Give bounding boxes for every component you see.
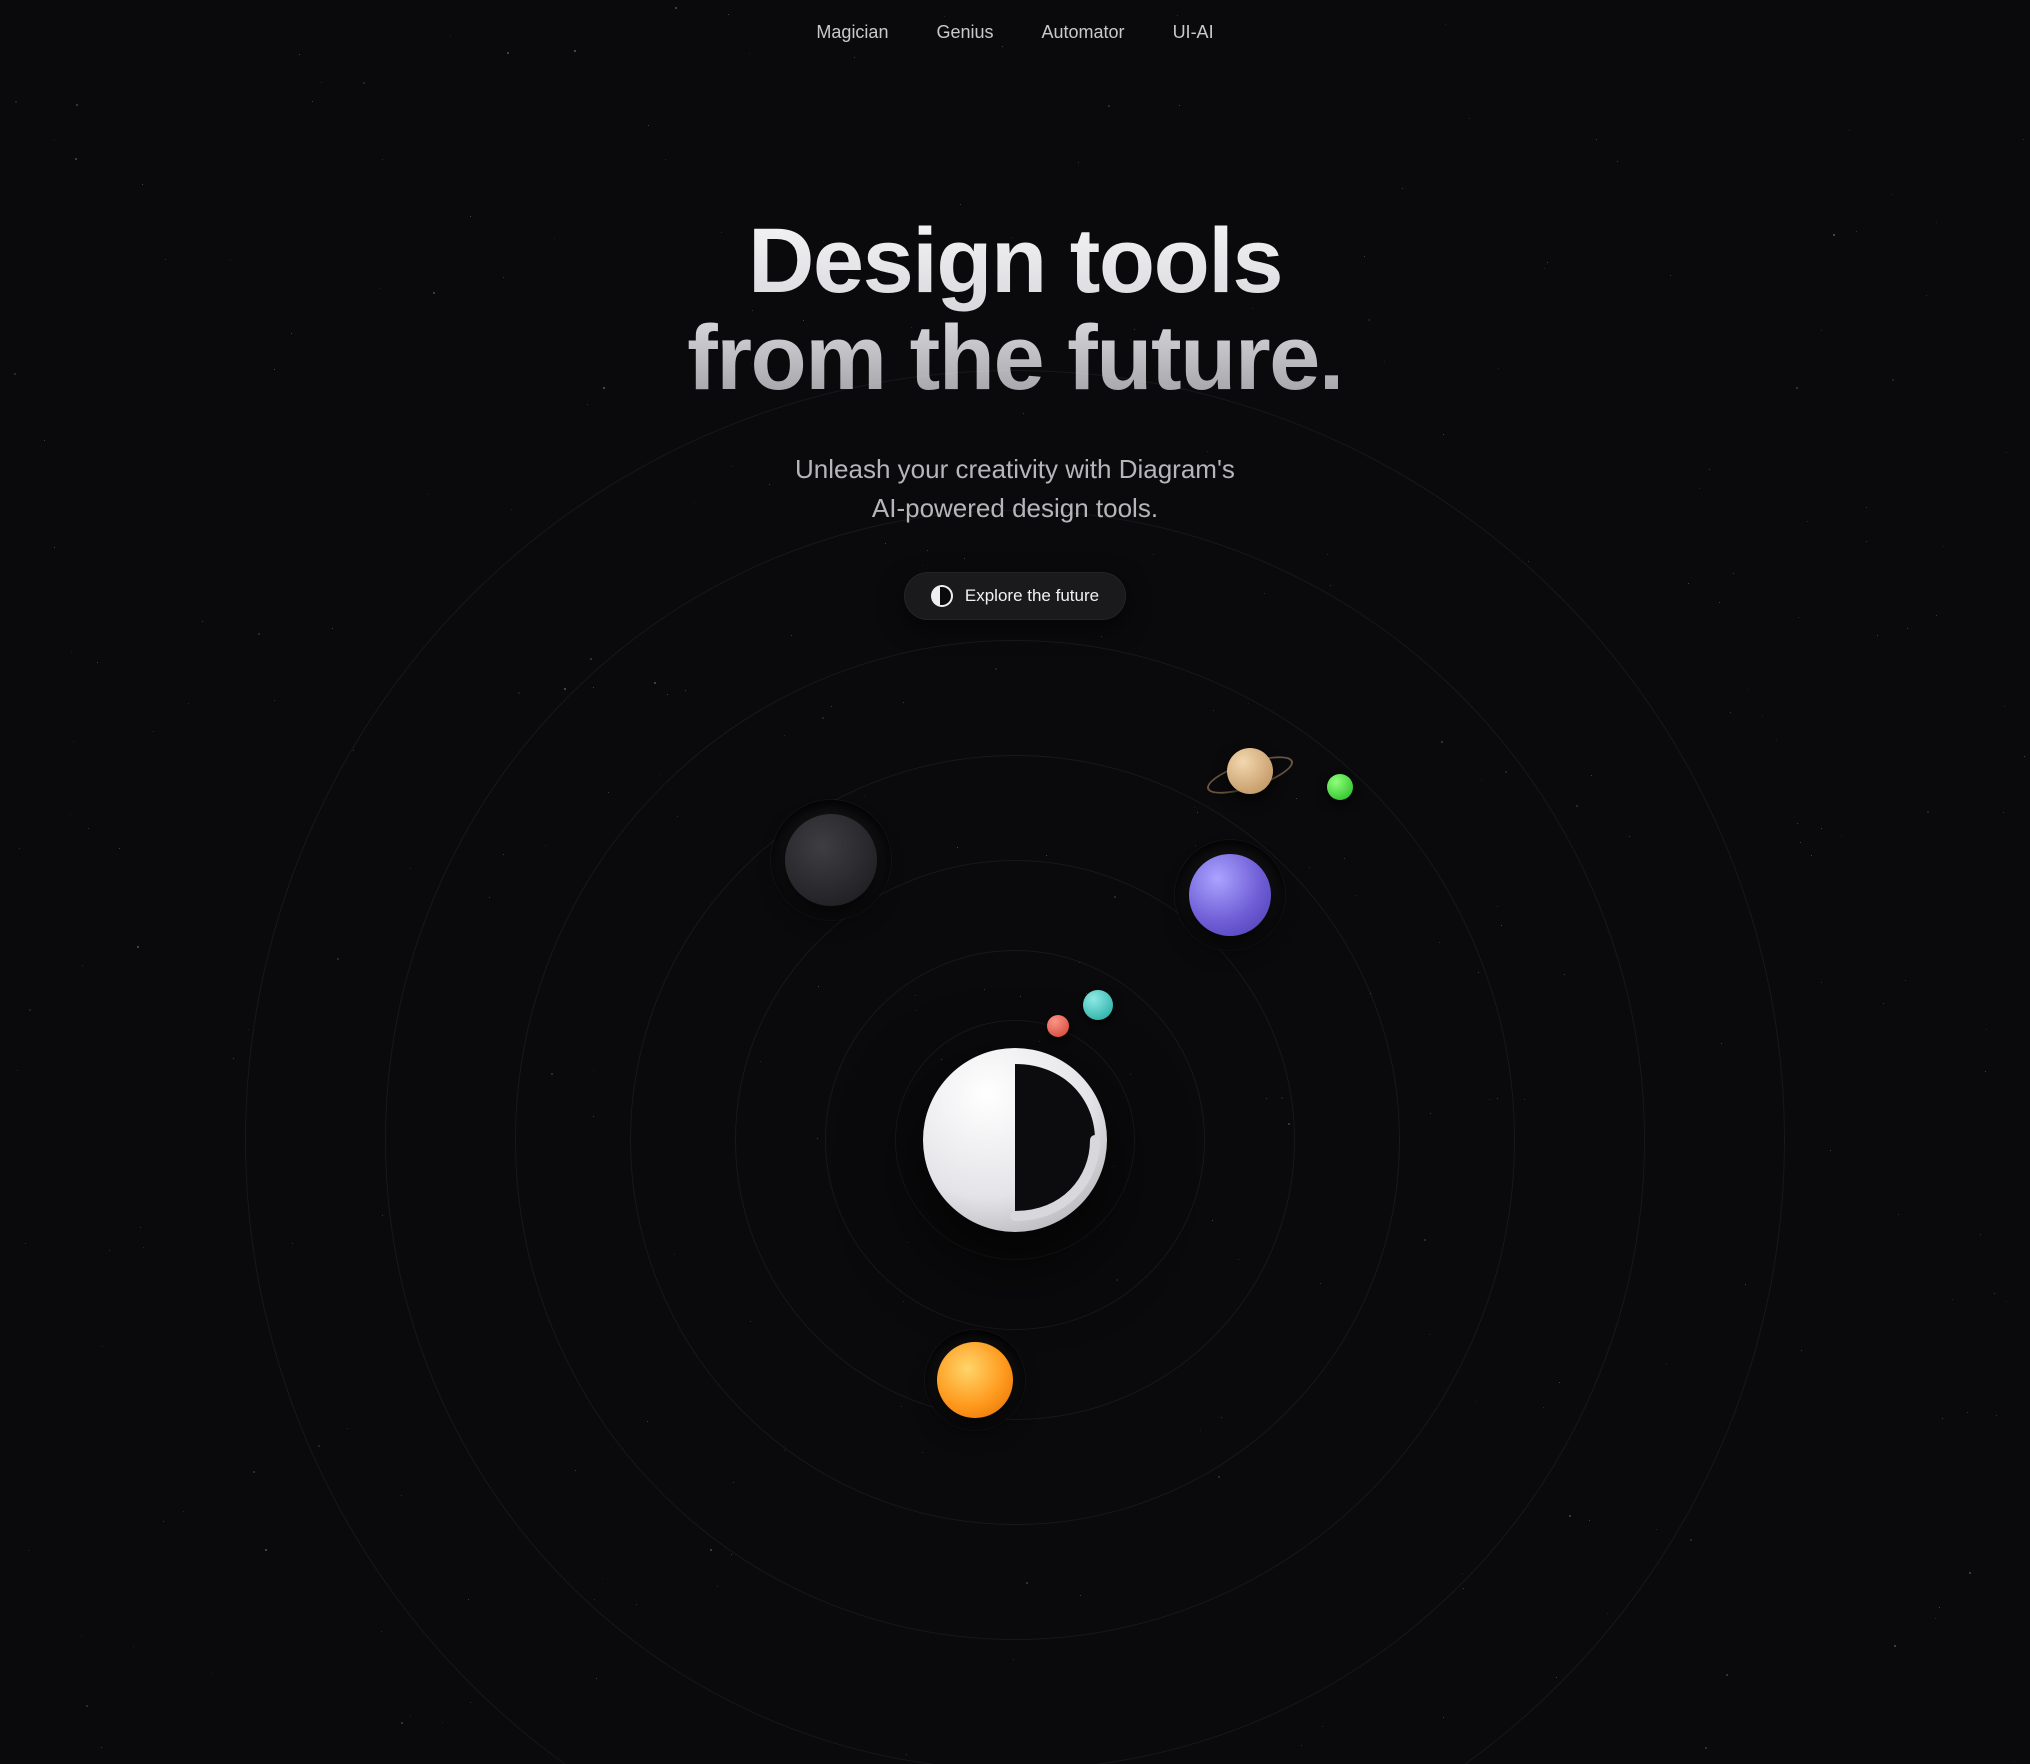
dark-moon-icon[interactable] (785, 814, 877, 906)
diagram-logo-icon[interactable] (915, 1040, 1115, 1240)
green-satellite-icon (1327, 774, 1353, 800)
purple-planet-icon[interactable] (1189, 854, 1271, 936)
orange-planet-icon[interactable] (937, 1342, 1013, 1418)
nav-link-magician[interactable]: Magician (816, 22, 888, 43)
nav-link-genius[interactable]: Genius (936, 22, 993, 43)
solar-system (365, 690, 1665, 1590)
top-nav: Magician Genius Automator UI-AI (816, 0, 1213, 43)
saturn-planet-icon (1227, 748, 1273, 794)
nav-link-ui-ai[interactable]: UI-AI (1173, 22, 1214, 43)
teal-satellite-icon (1083, 990, 1113, 1020)
hero-title-line1: Design tools (748, 210, 1282, 312)
nav-link-automator[interactable]: Automator (1042, 22, 1125, 43)
